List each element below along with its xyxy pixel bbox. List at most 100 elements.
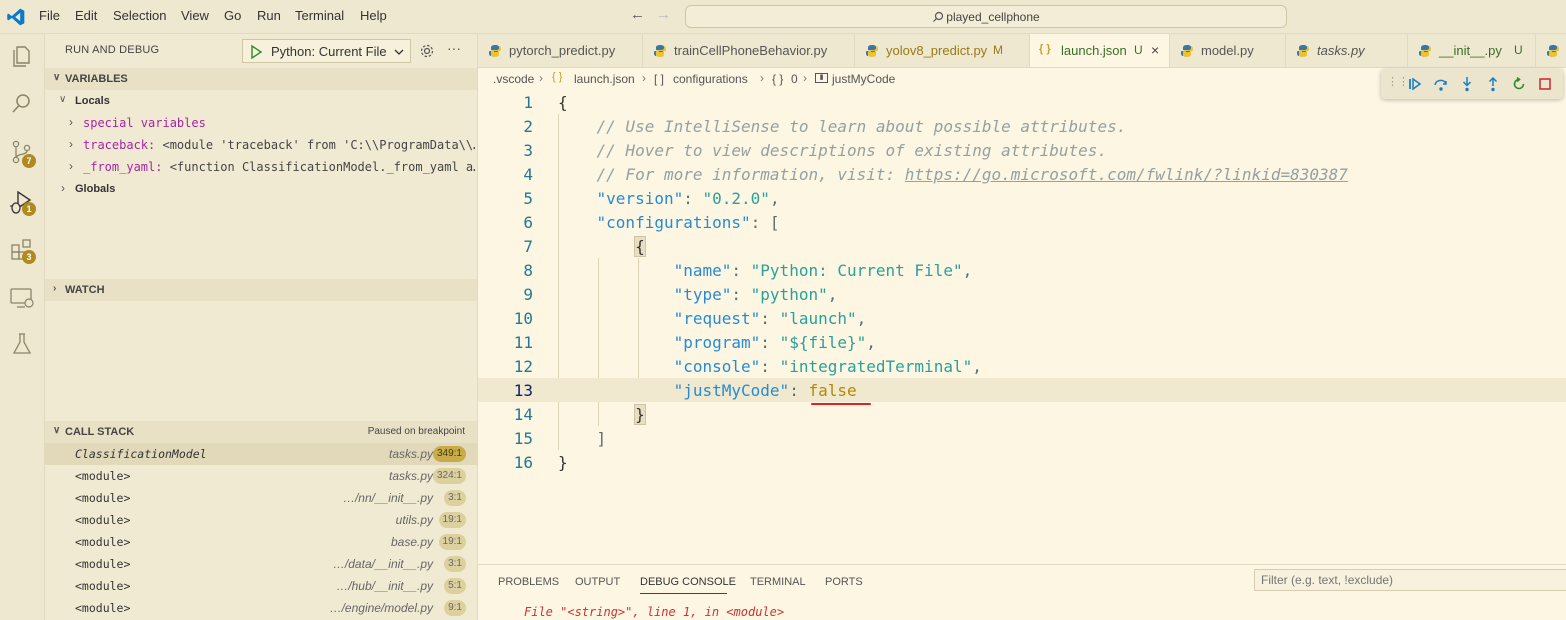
tab-label: tasks.py (1317, 43, 1365, 58)
code-line[interactable]: 1 { (478, 90, 1566, 114)
breadcrumb-item[interactable]: configurations (673, 72, 748, 86)
code-line[interactable]: 6 "configurations": [ (478, 210, 1566, 234)
remote-explorer-icon[interactable] (8, 284, 36, 312)
menu-terminal[interactable]: Terminal (295, 8, 344, 23)
forward-arrow-icon[interactable]: → (656, 6, 671, 23)
back-arrow-icon[interactable]: ← (630, 6, 645, 23)
tab-tasks[interactable]: tasks.py (1286, 34, 1408, 67)
breadcrumb-item[interactable]: 0 (791, 72, 798, 86)
menu-help[interactable]: Help (360, 8, 387, 23)
code-line[interactable]: 15 ] (478, 426, 1566, 450)
code-line[interactable]: 3 // Hover to view descriptions of exist… (478, 138, 1566, 162)
code-line[interactable]: 12 "console": "integratedTerminal", (478, 354, 1566, 378)
tab-overflow[interactable] (1536, 34, 1566, 67)
code-line[interactable]: 9 "type": "python", (478, 282, 1566, 306)
variable-row[interactable]: › special variables (45, 112, 477, 134)
activity-bar: 7 1 3 (0, 34, 45, 620)
run-debug-sidebar: RUN AND DEBUG Python: Current File ··· ∨… (45, 34, 477, 620)
tab-launch-json[interactable]: { } launch.json U × (1030, 34, 1170, 67)
testing-flask-icon[interactable] (8, 330, 36, 358)
stack-frame-row[interactable]: <module> …/hub/__init__.py 5:1 (45, 575, 477, 597)
code-line[interactable]: 16 } (478, 450, 1566, 474)
chevron-right-icon: › (760, 71, 764, 85)
explorer-icon[interactable] (8, 42, 36, 70)
tab-init[interactable]: __init__.py U (1408, 34, 1536, 67)
tab-problems[interactable]: PROBLEMS (498, 576, 559, 588)
tab-model[interactable]: model.py (1170, 34, 1286, 67)
code-line[interactable]: 11 "program": "${file}", (478, 330, 1566, 354)
breadcrumb-item[interactable]: launch.json (574, 72, 635, 86)
stack-frame-row[interactable]: <module> utils.py 19:1 (45, 509, 477, 531)
code-line[interactable]: 8 "name": "Python: Current File", (478, 258, 1566, 282)
json-icon: { } (1039, 43, 1051, 55)
debug-console-filter-input[interactable] (1254, 569, 1566, 591)
menu-view[interactable]: View (181, 8, 209, 23)
close-icon[interactable]: × (1151, 42, 1159, 58)
breadcrumb-item[interactable]: .vscode (493, 72, 534, 86)
menu-selection[interactable]: Selection (113, 8, 166, 23)
callstack-section-header[interactable]: ∨ CALL STACK Paused on breakpoint (45, 421, 477, 443)
drag-handle-icon[interactable]: ⋮⋮ (1387, 75, 1409, 88)
stack-frame-row[interactable]: <module> …/data/__init__.py 3:1 (45, 553, 477, 575)
line-number: 8 (523, 261, 533, 280)
globals-scope[interactable]: › Globals (45, 178, 477, 200)
search-icon[interactable] (8, 90, 36, 118)
code-comment: // Hover to view descriptions of existin… (596, 141, 1108, 160)
stack-frame-line: 349:1 (432, 446, 466, 462)
stack-frame-row[interactable]: <module> base.py 19:1 (45, 531, 477, 553)
variable-row[interactable]: › _from_yaml: <function ClassificationMo… (45, 156, 477, 178)
gear-icon[interactable] (419, 43, 435, 59)
menu-run[interactable]: Run (257, 8, 281, 23)
debug-config-dropdown[interactable]: Python: Current File (242, 39, 411, 63)
code-token: { (634, 236, 646, 257)
code-link[interactable]: https://go.microsoft.com/fwlink/?linkid=… (905, 165, 1348, 184)
stack-frame-row[interactable]: <module> tasks.py 324:1 (45, 465, 477, 487)
python-icon (1181, 45, 1193, 57)
stack-frame-line: 324:1 (432, 468, 466, 484)
tab-debug-console[interactable]: DEBUG CONSOLE (640, 576, 736, 588)
variable-row[interactable]: › traceback: <module 'traceback' from 'C… (45, 134, 477, 156)
menu-go[interactable]: Go (224, 8, 241, 23)
tab-yolov8-predict[interactable]: yolov8_predict.py M (855, 34, 1030, 67)
code-line[interactable]: 10 "request": "launch", (478, 306, 1566, 330)
code-line-current[interactable]: 13 "justMyCode": false (478, 378, 1566, 402)
tab-pytorch-predict[interactable]: pytorch_predict.py (478, 34, 643, 67)
line-number: 2 (523, 117, 533, 136)
stack-frame-row[interactable]: <module> …/nn/__init__.py 3:1 (45, 487, 477, 509)
code-line[interactable]: 14 } (478, 402, 1566, 426)
code-line[interactable]: 5 "version": "0.2.0", (478, 186, 1566, 210)
code-line[interactable]: 2 // Use IntelliSense to learn about pos… (478, 114, 1566, 138)
chevron-right-icon: › (69, 159, 73, 173)
vscode-logo-icon[interactable] (6, 7, 26, 27)
menu-file[interactable]: File (39, 8, 60, 23)
menu-edit[interactable]: Edit (75, 8, 97, 23)
python-icon (489, 45, 501, 57)
tab-output[interactable]: OUTPUT (575, 576, 620, 588)
code-token: } (558, 453, 568, 472)
start-debugging-icon[interactable] (247, 43, 265, 61)
watch-section-header[interactable]: › WATCH (45, 279, 477, 301)
python-icon (1297, 45, 1309, 57)
paused-status: Paused on breakpoint (367, 426, 465, 437)
locals-scope[interactable]: ∨ Locals (45, 90, 477, 112)
stack-frame-line: 19:1 (438, 512, 466, 528)
code-line[interactable]: 4 // For more information, visit: https:… (478, 162, 1566, 186)
locals-label: Locals (75, 95, 110, 107)
tab-ports[interactable]: PORTS (825, 576, 863, 588)
variables-section-header[interactable]: ∨ VARIABLES (45, 68, 477, 90)
stack-frame-function: <module> (75, 513, 131, 527)
line-number: 1 (523, 93, 533, 112)
stack-frame-row[interactable]: ClassificationModel tasks.py 349:1 (45, 443, 477, 465)
watch-header-label: WATCH (65, 284, 105, 296)
breadcrumb-item[interactable]: justMyCode (832, 72, 895, 86)
line-number: 16 (513, 453, 533, 472)
stack-frame-row[interactable]: <module> …/engine/model.py 9:1 (45, 597, 477, 619)
stack-frame-file: utils.py (395, 513, 433, 527)
more-actions-icon[interactable]: ··· (447, 40, 461, 56)
tab-untracked-status: U (1134, 43, 1143, 57)
array-icon: [ ] (654, 72, 665, 86)
tab-terminal[interactable]: TERMINAL (750, 576, 806, 588)
code-line[interactable]: 7 { (478, 234, 1566, 258)
tab-traincellphonebehavior[interactable]: trainCellPhoneBehavior.py (643, 34, 855, 67)
command-center-search[interactable]: played_cellphone (685, 5, 1287, 28)
